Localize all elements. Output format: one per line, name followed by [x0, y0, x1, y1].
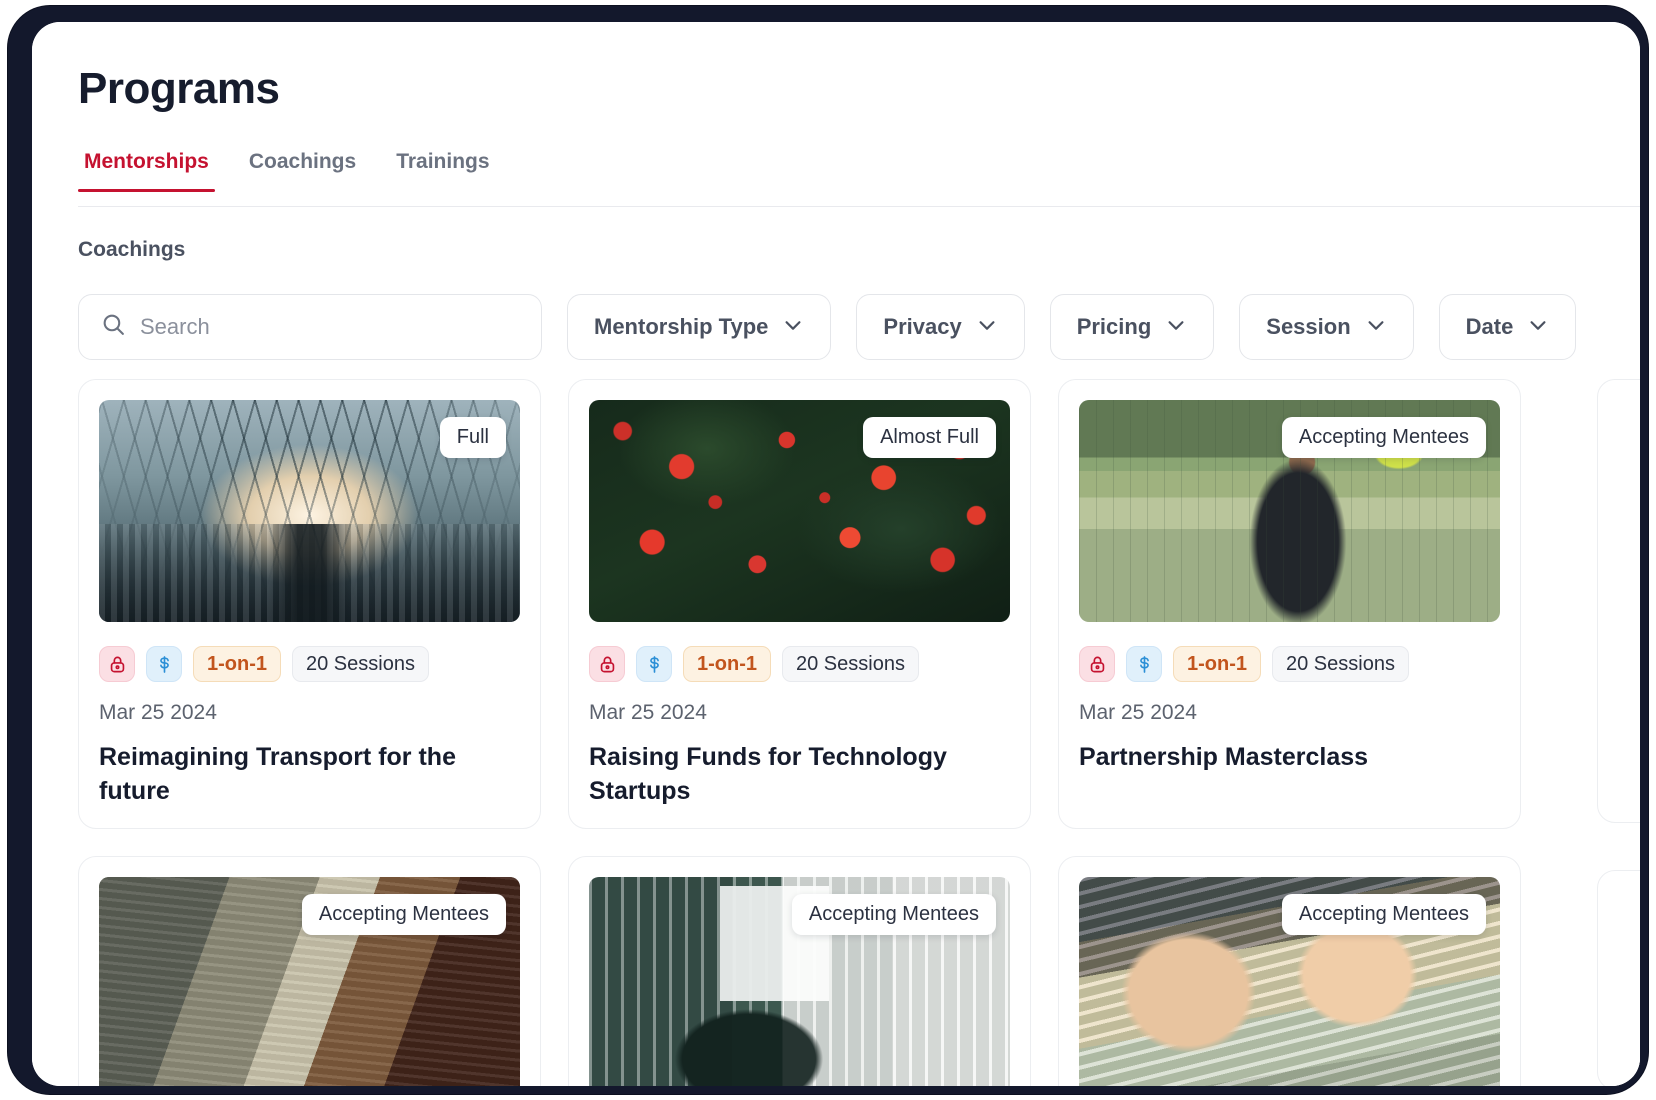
filter-privacy-label: Privacy [883, 314, 962, 339]
filter-session-label: Session [1266, 314, 1351, 339]
status-badge: Accepting Mentees [1281, 894, 1486, 935]
filter-pricing[interactable]: Pricing [1049, 294, 1215, 360]
section-subtitle: Coachings [78, 238, 186, 261]
lock-icon [589, 646, 625, 682]
search-icon [101, 312, 126, 342]
card-image: Almost Full [589, 400, 1010, 622]
sessions-badge: 20 Sessions [1272, 646, 1409, 682]
tab-mentorships[interactable]: Mentorships [78, 150, 215, 192]
card-title: Reimagining Transport for the future [99, 743, 456, 805]
status-badge: Accepting Mentees [1281, 417, 1486, 458]
dollar-icon [636, 646, 672, 682]
status-badge: Accepting Mentees [791, 894, 996, 935]
tab-bar: Mentorships Coachings Trainings [78, 150, 496, 192]
tab-coachings[interactable]: Coachings [243, 150, 362, 192]
card-badges: 1-on-1 20 Sessions [1079, 646, 1500, 682]
card-badges: 1-on-1 20 Sessions [99, 646, 520, 682]
dollar-icon [146, 646, 182, 682]
chevron-down-icon [976, 314, 998, 341]
card-image: Accepting Mentees [589, 877, 1010, 1086]
device-screen: Programs Mentorships Coachings Trainings… [32, 22, 1640, 1086]
status-badge: Almost Full [863, 417, 996, 458]
program-card[interactable]: Accepting Mentees [568, 856, 1031, 1086]
mentorship-type-badge: 1-on-1 [1173, 646, 1261, 682]
filter-bar: Mentorship Type Privacy Pricing [78, 294, 1577, 360]
card-date: Mar 25 2024 [99, 701, 217, 724]
lock-icon [99, 646, 135, 682]
filter-privacy[interactable]: Privacy [856, 294, 1025, 360]
mentorship-type-badge: 1-on-1 [683, 646, 771, 682]
status-badge: Full [439, 417, 506, 458]
program-card[interactable]: Accepting Mentees 1-on-1 20 Sessions Mar… [1058, 379, 1521, 829]
card-image: Accepting Mentees [1079, 400, 1500, 622]
filter-mentorship-type[interactable]: Mentorship Type [567, 294, 832, 360]
card-title: Partnership Masterclass [1079, 743, 1369, 771]
sessions-badge: 20 Sessions [292, 646, 429, 682]
mentorship-type-badge: 1-on-1 [193, 646, 281, 682]
card-date: Mar 25 2024 [1079, 701, 1197, 724]
card-image: Accepting Mentees [1079, 877, 1500, 1086]
program-card[interactable]: Accepting Mentees [1058, 856, 1521, 1086]
search-input[interactable] [140, 314, 519, 340]
program-card-grid: Full 1-on-1 20 Sessions Mar 25 2024 Reim… [78, 379, 1640, 1086]
dollar-icon [1126, 646, 1162, 682]
card-badges: 1-on-1 20 Sessions [589, 646, 1010, 682]
chevron-down-icon [1527, 314, 1549, 341]
sessions-badge: 20 Sessions [782, 646, 919, 682]
program-card[interactable]: Almost Full 1-on-1 20 Sessions Mar 25 20… [568, 379, 1031, 829]
card-image: Full [99, 400, 520, 622]
tab-trainings[interactable]: Trainings [390, 150, 495, 192]
lock-icon [1079, 646, 1115, 682]
chevron-down-icon [1165, 314, 1187, 341]
program-card[interactable]: Full 1-on-1 20 Sessions Mar 25 2024 Reim… [78, 379, 541, 829]
chevron-down-icon [782, 314, 804, 341]
card-image: Accepting Mentees [99, 877, 520, 1086]
search-box[interactable] [78, 294, 542, 360]
page-title: Programs [78, 64, 280, 113]
filter-date-label: Date [1465, 314, 1514, 339]
card-title: Raising Funds for Technology Startups [589, 743, 947, 805]
filter-pricing-label: Pricing [1076, 314, 1152, 339]
program-card[interactable]: Accepting Mentees [78, 856, 541, 1086]
filter-mentorship-type-label: Mentorship Type [594, 314, 769, 339]
status-badge: Accepting Mentees [301, 894, 506, 935]
tab-divider [78, 206, 1640, 207]
filter-date[interactable]: Date [1438, 294, 1577, 360]
programs-page: Programs Mentorships Coachings Trainings… [32, 22, 1640, 1086]
device-bezel: Programs Mentorships Coachings Trainings… [8, 6, 1648, 1094]
filter-session[interactable]: Session [1239, 294, 1414, 360]
chevron-down-icon [1365, 314, 1387, 341]
card-date: Mar 25 2024 [589, 701, 707, 724]
